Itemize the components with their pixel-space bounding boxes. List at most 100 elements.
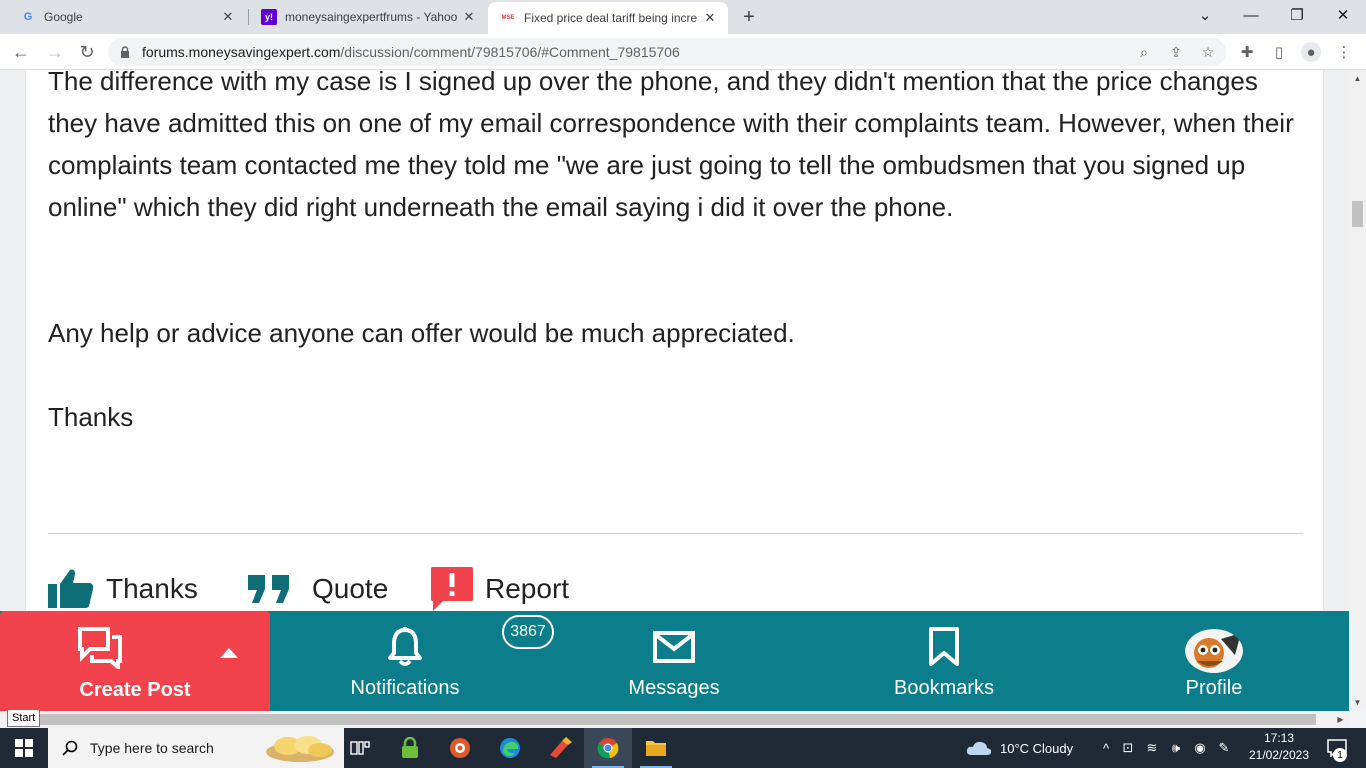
task-view-icon[interactable] [336, 728, 384, 768]
windows-taskbar: Type here to search 10°C Cloudy ^ ⊡ ≋ 🕪 … [0, 728, 1366, 768]
forward-icon[interactable]: → [42, 39, 68, 65]
profile-avatar [1104, 629, 1324, 673]
tab-search-icon[interactable]: ⌄ [1182, 0, 1228, 30]
side-panel-icon[interactable]: ▯ [1269, 42, 1289, 62]
google-icon: G [23, 11, 33, 23]
notifications-count-badge: 3867 [502, 615, 554, 649]
edge-icon[interactable] [486, 728, 534, 768]
system-clock[interactable]: 17:13 21/02/2023 [1240, 730, 1318, 764]
close-window-icon[interactable]: ✕ [1320, 0, 1366, 30]
clock-date: 21/02/2023 [1248, 748, 1310, 762]
lock-icon[interactable] [118, 45, 132, 59]
close-icon[interactable]: ✕ [702, 10, 718, 26]
tab-title: Google [44, 10, 83, 24]
pen-icon[interactable]: ✎ [1212, 740, 1236, 756]
nav-notifications[interactable]: Notifications [295, 611, 515, 711]
scroll-right-icon[interactable]: ▶ [1332, 711, 1349, 728]
clock-time: 17:13 [1263, 731, 1295, 745]
weather-widget[interactable]: 10°C Cloudy [966, 728, 1073, 768]
tab-title: Fixed price deal tariff being incre [524, 11, 698, 25]
taskbar-search-input[interactable]: Type here to search [48, 728, 344, 768]
scrollbar-thumb[interactable] [40, 714, 1316, 725]
nav-profile[interactable]: Profile [1104, 611, 1324, 711]
system-tray-icons: ^ ⊡ ≋ 🕪 ◉ ✎ [1096, 728, 1236, 768]
restore-icon[interactable]: ❐ [1274, 0, 1320, 30]
chrome-icon[interactable] [584, 728, 632, 768]
back-icon[interactable]: ← [8, 39, 34, 65]
bell-icon [295, 627, 515, 667]
notification-count-badge: 1 [1333, 748, 1347, 762]
page-viewport: The difference with my case is I signed … [0, 70, 1349, 711]
create-post-label: Create Post [79, 679, 191, 701]
minimize-icon[interactable]: — [1228, 0, 1274, 30]
notifications-label: Notifications [350, 677, 460, 699]
cloud-icon [966, 740, 992, 756]
security-app-icon[interactable] [386, 728, 434, 768]
webcam-icon[interactable]: ◉ [1188, 740, 1212, 756]
windows-start-icon[interactable] [0, 728, 48, 768]
quote-button[interactable]: Quote [248, 567, 388, 611]
report-label: Report [485, 573, 570, 604]
zoom-icon[interactable]: ⌕ [1134, 42, 1154, 62]
search-highlight-image [262, 730, 338, 768]
address-bar[interactable]: forums.moneysavingexpert.com/discussion/… [108, 38, 1226, 66]
quote-label: Quote [312, 573, 389, 604]
start-tooltip: Start [7, 709, 41, 727]
close-icon[interactable]: ✕ [461, 9, 477, 25]
tab-title: moneysaingexpertfrums - Yahoo [285, 10, 458, 24]
star-icon[interactable]: ☆ [1198, 42, 1218, 62]
volume-icon[interactable]: 🕪 [1164, 740, 1188, 756]
extensions-icon[interactable]: ✚ [1237, 42, 1257, 62]
quote-icon [248, 573, 290, 605]
meet-now-icon[interactable]: ⊡ [1116, 740, 1140, 756]
tab-strip: G Google ✕ y! moneysaingexpertfrums - Ya… [0, 0, 1366, 34]
forum-post-card: The difference with my case is I signed … [25, 70, 1324, 660]
bookmarks-label: Bookmarks [893, 677, 995, 699]
file-explorer-icon[interactable] [632, 728, 680, 768]
bottom-navigation: Create Post Notifications 3867 Messages … [0, 611, 1349, 711]
scroll-down-icon[interactable]: ▼ [1349, 694, 1366, 711]
post-divider [48, 533, 1303, 534]
post-paragraph: The difference with my case is I signed … [48, 70, 1294, 222]
profile-avatar-icon[interactable]: ● [1301, 42, 1321, 62]
post-paragraph: Thanks [48, 402, 134, 432]
create-post-button[interactable]: Create Post [0, 611, 270, 711]
reload-icon[interactable]: ↻ [74, 39, 100, 65]
show-hidden-icons-icon[interactable]: ^ [1096, 741, 1116, 756]
tab-google[interactable]: G Google ✕ [8, 0, 246, 34]
share-icon[interactable]: ⇪ [1166, 42, 1186, 62]
menu-icon[interactable]: ⋮ [1334, 42, 1354, 62]
post-paragraph: Any help or advice anyone can offer woul… [48, 318, 795, 348]
new-tab-button[interactable]: + [737, 4, 761, 30]
thanks-label: Thanks [106, 573, 198, 604]
nav-bookmarks[interactable]: Bookmarks [834, 611, 1054, 711]
tab-yahoo[interactable]: y! moneysaingexpertfrums - Yahoo ✕ [249, 0, 487, 34]
caret-up-icon[interactable] [220, 645, 238, 663]
thanks-button[interactable]: Thanks [48, 567, 198, 611]
report-button[interactable]: Report [431, 567, 569, 611]
chat-bubbles-icon [78, 627, 122, 674]
antivirus-icon[interactable] [436, 728, 484, 768]
yahoo-icon: y! [261, 9, 277, 25]
search-icon [62, 740, 78, 756]
close-icon[interactable]: ✕ [220, 9, 236, 25]
tab-mse-forum[interactable]: MSE Fixed price deal tariff being incre … [488, 2, 728, 34]
paint-app-icon[interactable] [536, 728, 584, 768]
profile-label: Profile [1185, 677, 1243, 699]
bookmark-icon [834, 627, 1054, 667]
report-icon [431, 567, 473, 611]
thumbs-up-icon [48, 568, 94, 610]
user-avatar-image [1185, 629, 1243, 673]
vertical-scrollbar[interactable]: ▲ ▼ [1349, 70, 1366, 711]
envelope-icon [564, 631, 784, 663]
wifi-icon[interactable]: ≋ [1140, 740, 1164, 756]
mse-icon: MSE [501, 15, 515, 21]
scrollbar-thumb[interactable] [1352, 201, 1363, 227]
url-text: forums.moneysavingexpert.com/discussion/… [142, 44, 680, 60]
scroll-up-icon[interactable]: ▲ [1349, 70, 1366, 87]
messages-label: Messages [628, 677, 720, 699]
horizontal-scrollbar[interactable]: ◀ ▶ [0, 711, 1349, 728]
weather-text: 10°C Cloudy [1000, 740, 1074, 756]
nav-messages[interactable]: Messages [564, 611, 784, 711]
search-placeholder: Type here to search [90, 740, 214, 756]
